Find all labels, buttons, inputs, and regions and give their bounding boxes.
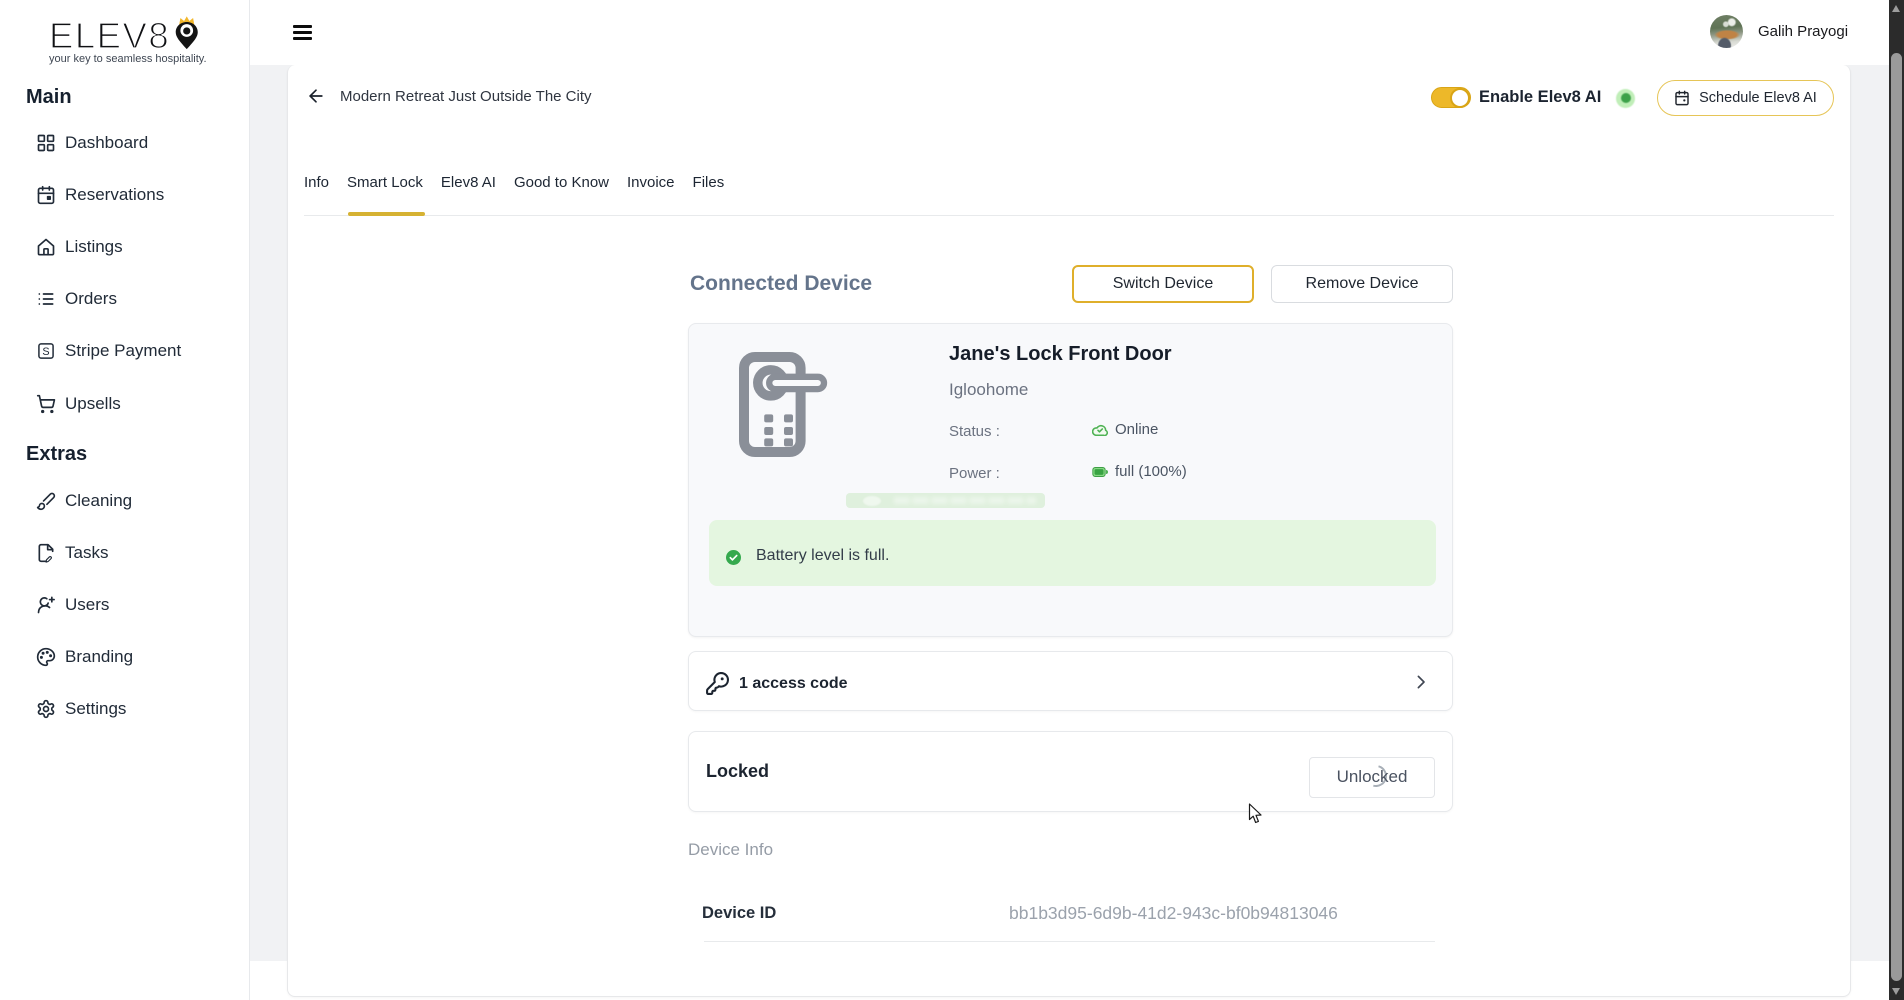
svg-text:S: S xyxy=(42,346,49,358)
